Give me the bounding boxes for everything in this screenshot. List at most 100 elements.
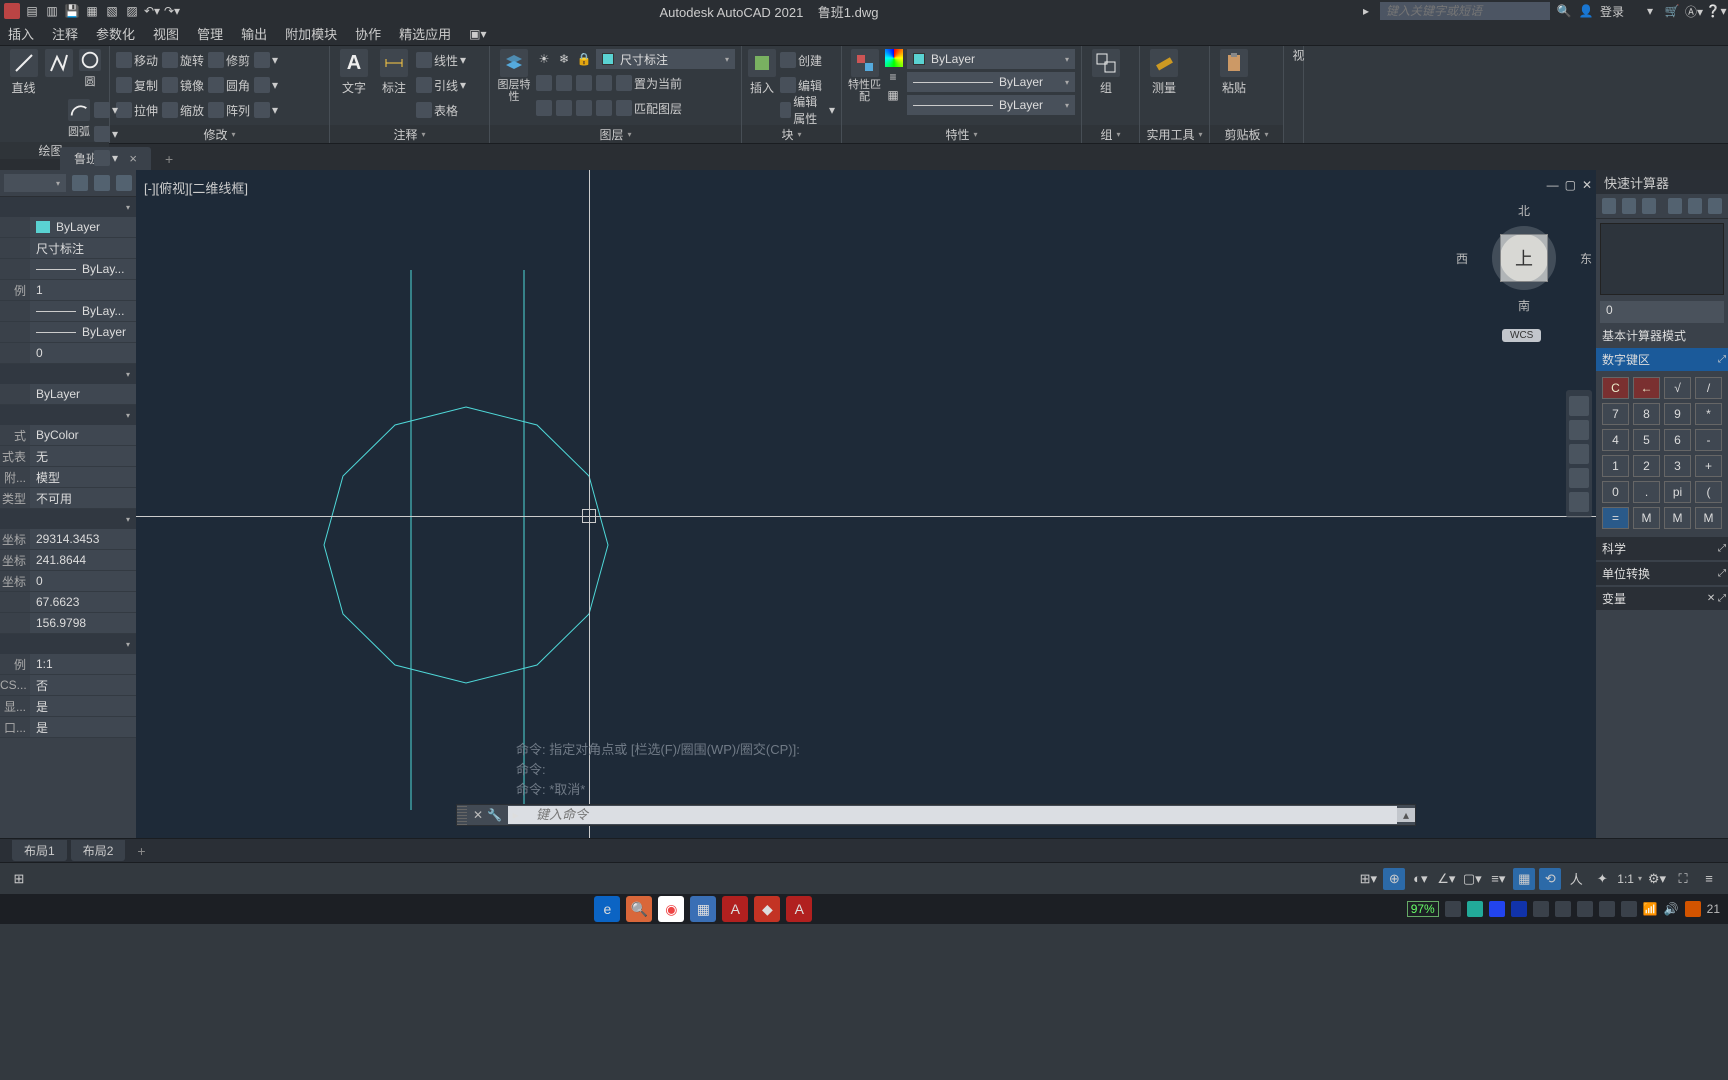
tray-hw-icon[interactable] <box>1599 901 1615 917</box>
modify-1-1[interactable]: 镜像 <box>162 74 204 96</box>
cmd-close-icon[interactable]: ✕ <box>473 808 483 822</box>
props-general-header[interactable]: ▾ <box>0 197 136 217</box>
calc-clear-icon[interactable] <box>1602 198 1616 214</box>
modify-0-0[interactable]: 移动 <box>116 49 158 71</box>
dimension-tool[interactable]: 标注 <box>376 49 412 96</box>
prop-row-0[interactable]: ByLayer <box>0 217 136 238</box>
modify-2-0[interactable]: 拉伸 <box>116 99 158 121</box>
calc-get1-icon[interactable] <box>1668 198 1682 214</box>
tray-nv-icon[interactable] <box>1533 901 1549 917</box>
sb-anno-icon[interactable]: 人 <box>1565 868 1587 890</box>
line-tool[interactable]: 直线 <box>6 49 41 96</box>
tray-play-icon[interactable] <box>1467 901 1483 917</box>
prop-row-17[interactable]: 例1:1 <box>0 654 136 675</box>
title-search-input[interactable] <box>1380 2 1550 20</box>
login-label[interactable]: 登录 <box>1600 3 1624 20</box>
cmd-drag-handle[interactable] <box>457 805 467 825</box>
cmd-config-icon[interactable]: 🔧 <box>487 808 502 822</box>
search-icon[interactable]: 🔍 <box>1556 3 1572 19</box>
leader-tool[interactable]: 引线▾ <box>416 74 466 96</box>
prop-row-7[interactable]: ByLayer <box>0 384 136 405</box>
modify-extra-0[interactable]: ▾ <box>254 49 278 71</box>
sb-trans-icon[interactable]: ▦ <box>1513 868 1535 890</box>
qat-undo-icon[interactable]: ↶▾ <box>144 3 160 19</box>
prop-section-16[interactable]: ▾ <box>0 634 136 654</box>
layout-tab-2[interactable]: 布局2 <box>71 840 126 861</box>
calc-key-6[interactable]: 6 <box>1664 429 1691 451</box>
rect-tool[interactable]: ▾ <box>94 99 118 121</box>
pickadd-icon[interactable] <box>116 175 132 191</box>
qat-save-icon[interactable]: 💾 <box>64 3 80 19</box>
sb-osnap-icon[interactable]: ▢▾ <box>1461 868 1483 890</box>
calc-key-*[interactable]: * <box>1695 403 1722 425</box>
layer-m2-icon[interactable] <box>556 97 572 119</box>
command-input[interactable] <box>530 806 1397 824</box>
sb-cycle-icon[interactable]: ⟲ <box>1539 868 1561 890</box>
prop-row-1[interactable]: 尺寸标注 <box>0 238 136 259</box>
minimize-viewport-icon[interactable]: — <box>1547 178 1559 192</box>
help-icon[interactable]: ❔▾ <box>1708 3 1724 19</box>
calc-key-0[interactable]: 0 <box>1602 481 1629 503</box>
modify-1-2[interactable]: 圆角 <box>208 74 250 96</box>
tray-bluetooth-icon[interactable] <box>1489 901 1505 917</box>
prop-row-11[interactable]: 类型不可用 <box>0 488 136 509</box>
prop-row-4[interactable]: ByLay... <box>0 301 136 322</box>
calc-paste-icon[interactable] <box>1642 198 1656 214</box>
layer-iso-icon[interactable] <box>536 72 552 94</box>
modify-2-2[interactable]: 阵列 <box>208 99 250 121</box>
calc-key-3[interactable]: 3 <box>1664 455 1691 477</box>
menu-1[interactable]: 注释 <box>52 24 78 43</box>
menu-6[interactable]: 附加模块 <box>285 24 337 43</box>
calc-hist-icon[interactable] <box>1622 198 1636 214</box>
tb-search-icon[interactable]: 🔍 <box>626 896 652 922</box>
select-sim-icon[interactable] <box>94 175 110 191</box>
prop-row-14[interactable]: 坐标0 <box>0 571 136 592</box>
modify-0-1[interactable]: 旋转 <box>162 49 204 71</box>
panel-label-util[interactable]: 实用工具 <box>1140 125 1209 143</box>
calc-key-pi[interactable]: pi <box>1664 481 1691 503</box>
prop-row-9[interactable]: 式表无 <box>0 446 136 467</box>
calc-key-9[interactable]: 9 <box>1664 403 1691 425</box>
insert-block-tool[interactable]: 插入 <box>748 49 776 96</box>
tray-wifi-icon[interactable]: 📶 <box>1643 902 1658 916</box>
close-viewport-icon[interactable]: ✕ <box>1582 178 1592 192</box>
match-layer-tool[interactable]: 匹配图层 <box>616 97 682 119</box>
sb-lw-icon[interactable]: ≡▾ <box>1487 868 1509 890</box>
tb-chrome-icon[interactable]: ◉ <box>658 896 684 922</box>
tb-autocad-icon[interactable]: A <box>786 896 812 922</box>
prop-row-3[interactable]: 例1 <box>0 280 136 301</box>
layer-off-icon[interactable] <box>556 72 572 94</box>
layout-add-button[interactable]: + <box>129 843 153 859</box>
calc-key-1[interactable]: 1 <box>1602 455 1629 477</box>
prop-trans-icon[interactable]: ▦ <box>885 87 901 103</box>
prop-row-8[interactable]: 式ByColor <box>0 425 136 446</box>
tb-app6-icon[interactable]: ◆ <box>754 896 780 922</box>
menu-5[interactable]: 输出 <box>241 24 267 43</box>
panel-label-layers[interactable]: 图层 <box>490 125 741 143</box>
app-icon[interactable] <box>4 3 20 19</box>
calc-get2-icon[interactable] <box>1688 198 1702 214</box>
app-exchange-icon[interactable]: Ⓐ▾ <box>1686 3 1702 19</box>
qat-saveas-icon[interactable]: ▦ <box>84 3 100 19</box>
tb-calc-icon[interactable]: ▦ <box>690 896 716 922</box>
menu-8[interactable]: 精选应用 <box>399 24 451 43</box>
calc-key-+[interactable]: + <box>1695 455 1722 477</box>
sb-polar-icon[interactable]: ∠▾ <box>1435 868 1457 890</box>
prop-row-12[interactable]: 坐标29314.3453 <box>0 529 136 550</box>
ellipse-tool[interactable]: ▾ <box>94 123 118 145</box>
circle-tool[interactable]: 圆 <box>77 49 103 89</box>
user-icon[interactable]: 👤 <box>1578 3 1594 19</box>
calc-input[interactable]: 0 <box>1600 301 1724 323</box>
sb-grid-icon[interactable]: ⊞▾ <box>1357 868 1379 890</box>
menu-3[interactable]: 视图 <box>153 24 179 43</box>
close-tab-icon[interactable]: × <box>129 151 137 166</box>
menu-4[interactable]: 管理 <box>197 24 223 43</box>
sb-snap-icon[interactable]: ⊕ <box>1383 868 1405 890</box>
calc-key-4[interactable]: 4 <box>1602 429 1629 451</box>
prop-row-6[interactable]: 0 <box>0 343 136 364</box>
sb-gear-icon[interactable]: ⚙▾ <box>1646 868 1668 890</box>
panel-label-block[interactable]: 块 <box>742 125 841 143</box>
create-block-tool[interactable]: 创建 <box>780 49 835 71</box>
cmd-history-dropdown[interactable]: ▴ <box>1397 808 1415 822</box>
calc-sci-header[interactable]: 科学⤢ <box>1596 537 1728 560</box>
